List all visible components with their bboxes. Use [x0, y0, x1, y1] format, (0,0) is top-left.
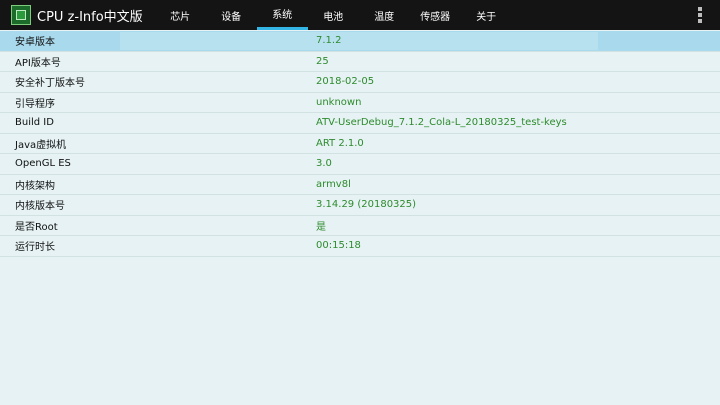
app-title: CPU z-Info中文版: [37, 9, 143, 25]
item-value: unknown: [316, 96, 362, 108]
item-key: Java虚拟机: [15, 139, 67, 151]
item-value: 是: [316, 221, 326, 233]
list-item[interactable]: 运行时长 00:15:18: [0, 236, 720, 257]
tab-system[interactable]: 系统: [256, 0, 308, 30]
item-key: 引导程序: [15, 98, 55, 110]
cpu-chip-icon: [11, 5, 31, 25]
item-value: 3.0: [316, 158, 332, 170]
action-bar: CPU z-Info中文版 芯片 设备 系统 电池 温度 传感器 关于: [0, 0, 720, 30]
item-key: 安全补丁版本号: [15, 78, 85, 90]
tab-battery[interactable]: 电池: [308, 0, 359, 30]
tab-bar: 芯片 设备 系统 电池 温度 传感器 关于: [155, 0, 512, 30]
item-value: 3.14.29 (20180325): [316, 199, 417, 211]
list-item[interactable]: API版本号 25: [0, 52, 720, 72]
item-key: 是否Root: [15, 221, 58, 233]
item-key: 安卓版本: [15, 37, 55, 49]
item-value: 25: [316, 55, 329, 67]
item-value: 2018-02-05: [316, 76, 375, 88]
item-value: ART 2.1.0: [316, 137, 364, 149]
item-value: 00:15:18: [316, 240, 361, 252]
item-value: ATV-UserDebug_7.1.2_Cola-L_20180325_test…: [316, 117, 567, 129]
item-key: 运行时长: [15, 242, 55, 254]
list-item[interactable]: 内核架构 armv8l: [0, 175, 720, 195]
tab-about[interactable]: 关于: [461, 0, 512, 30]
item-key: API版本号: [15, 57, 61, 69]
list-item[interactable]: 引导程序 unknown: [0, 93, 720, 113]
list-item[interactable]: OpenGL ES 3.0: [0, 154, 720, 175]
tab-temperature[interactable]: 温度: [359, 0, 410, 30]
item-key: 内核版本号: [15, 201, 65, 213]
list-item[interactable]: Build ID ATV-UserDebug_7.1.2_Cola-L_2018…: [0, 113, 720, 134]
tab-chip[interactable]: 芯片: [155, 0, 206, 30]
list-item[interactable]: 内核版本号 3.14.29 (20180325): [0, 195, 720, 216]
item-key: Build ID: [15, 117, 54, 129]
item-value: armv8l: [316, 178, 351, 190]
item-key: OpenGL ES: [15, 158, 71, 170]
item-value: 7.1.2: [316, 35, 342, 47]
item-key: 内核架构: [15, 180, 55, 192]
list-item[interactable]: Java虚拟机 ART 2.1.0: [0, 134, 720, 154]
list-item[interactable]: 安卓版本 7.1.2: [0, 31, 720, 52]
tab-device[interactable]: 设备: [206, 0, 257, 30]
overflow-menu-icon[interactable]: [698, 7, 702, 23]
system-info-list: 安卓版本 7.1.2 API版本号 25 安全补丁版本号 2018-02-05 …: [0, 31, 720, 257]
list-item[interactable]: 是否Root 是: [0, 216, 720, 236]
list-item[interactable]: 安全补丁版本号 2018-02-05: [0, 72, 720, 93]
tab-sensors[interactable]: 传感器: [410, 0, 461, 30]
